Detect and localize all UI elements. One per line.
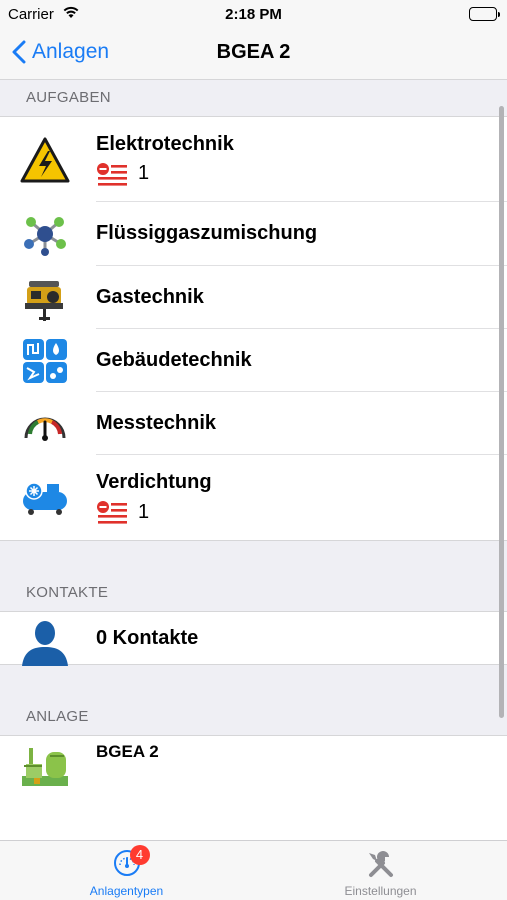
tab-einstellungen[interactable]: Einstellungen <box>254 841 507 900</box>
anlage-group: BGEA 2 <box>0 735 507 840</box>
molecule-icon <box>0 212 96 256</box>
list-item-gebaeudetechnik[interactable]: Gebäudetechnik <box>0 329 507 392</box>
tab-bar: 4 Anlagentypen Einstellungen <box>0 840 507 900</box>
biogas-plant-icon <box>0 736 96 788</box>
back-button[interactable]: Anlagen <box>12 40 109 64</box>
section-header-kontakte: KONTAKTE <box>26 584 109 601</box>
tab-label: Einstellungen <box>344 884 417 898</box>
list-item-label: 0 Kontakte <box>96 626 199 649</box>
gas-engine-icon <box>0 273 96 323</box>
tools-icon <box>365 849 397 886</box>
list-item-label: Elektrotechnik <box>96 132 234 155</box>
task-count: 1 <box>138 500 150 523</box>
list-item-label: Messtechnik <box>96 411 217 434</box>
list-item-elektrotechnik[interactable]: Elektrotechnik 1 <box>0 117 507 202</box>
list-item-label: Verdichtung <box>96 471 212 493</box>
task-count: 1 <box>138 162 150 184</box>
list-item-label: BGEA 2 <box>96 742 159 761</box>
status-time: 2:18 PM <box>225 6 282 23</box>
notification-badge: 4 <box>129 845 150 865</box>
list-item-kontakte[interactable]: 0 Kontakte <box>0 610 507 666</box>
status-bar: Carrier 2:18 PM <box>0 0 507 30</box>
building-services-icon <box>0 338 96 384</box>
list-item-gastechnik[interactable]: Gastechnik <box>0 266 507 329</box>
gauge-icon <box>0 406 96 442</box>
high-voltage-icon <box>0 137 96 183</box>
list-item-label: Gastechnik <box>96 285 204 308</box>
gauge-tab-icon: 4 <box>113 845 150 882</box>
aufgaben-group: Elektrotechnik 1 Flüssiggaszumischung Ga… <box>0 116 507 541</box>
task-list-icon <box>97 162 127 186</box>
list-item-label: Gebäudetechnik <box>96 348 252 371</box>
tab-label: Anlagentypen <box>89 884 164 898</box>
compressor-icon <box>0 480 96 516</box>
list-item-anlage[interactable]: BGEA 2 <box>0 736 507 792</box>
tab-anlagentypen[interactable]: 4 Anlagentypen <box>0 841 253 900</box>
scrollbar[interactable] <box>499 106 504 718</box>
list-item-verdichtung[interactable]: Verdichtung 1 <box>0 455 507 540</box>
battery-icon <box>469 7 500 21</box>
kontakte-group: 0 Kontakte <box>0 610 507 666</box>
back-button-label: Anlagen <box>32 40 110 63</box>
chevron-left-icon <box>12 40 26 64</box>
content-list[interactable]: AUFGABEN Elektrotechnik 1 Flüssiggaszumi… <box>0 80 507 840</box>
task-list-icon <box>97 501 127 524</box>
person-icon <box>0 610 96 666</box>
navigation-bar: Anlagen BGEA 2 <box>0 30 507 80</box>
list-item-label: Flüssiggaszumischung <box>96 222 318 244</box>
section-header-anlage: ANLAGE <box>26 708 89 725</box>
list-item-fluessiggaszumischung[interactable]: Flüssiggaszumischung <box>0 202 507 266</box>
list-item-messtechnik[interactable]: Messtechnik <box>0 392 507 455</box>
section-header-aufgaben: AUFGABEN <box>26 89 111 106</box>
